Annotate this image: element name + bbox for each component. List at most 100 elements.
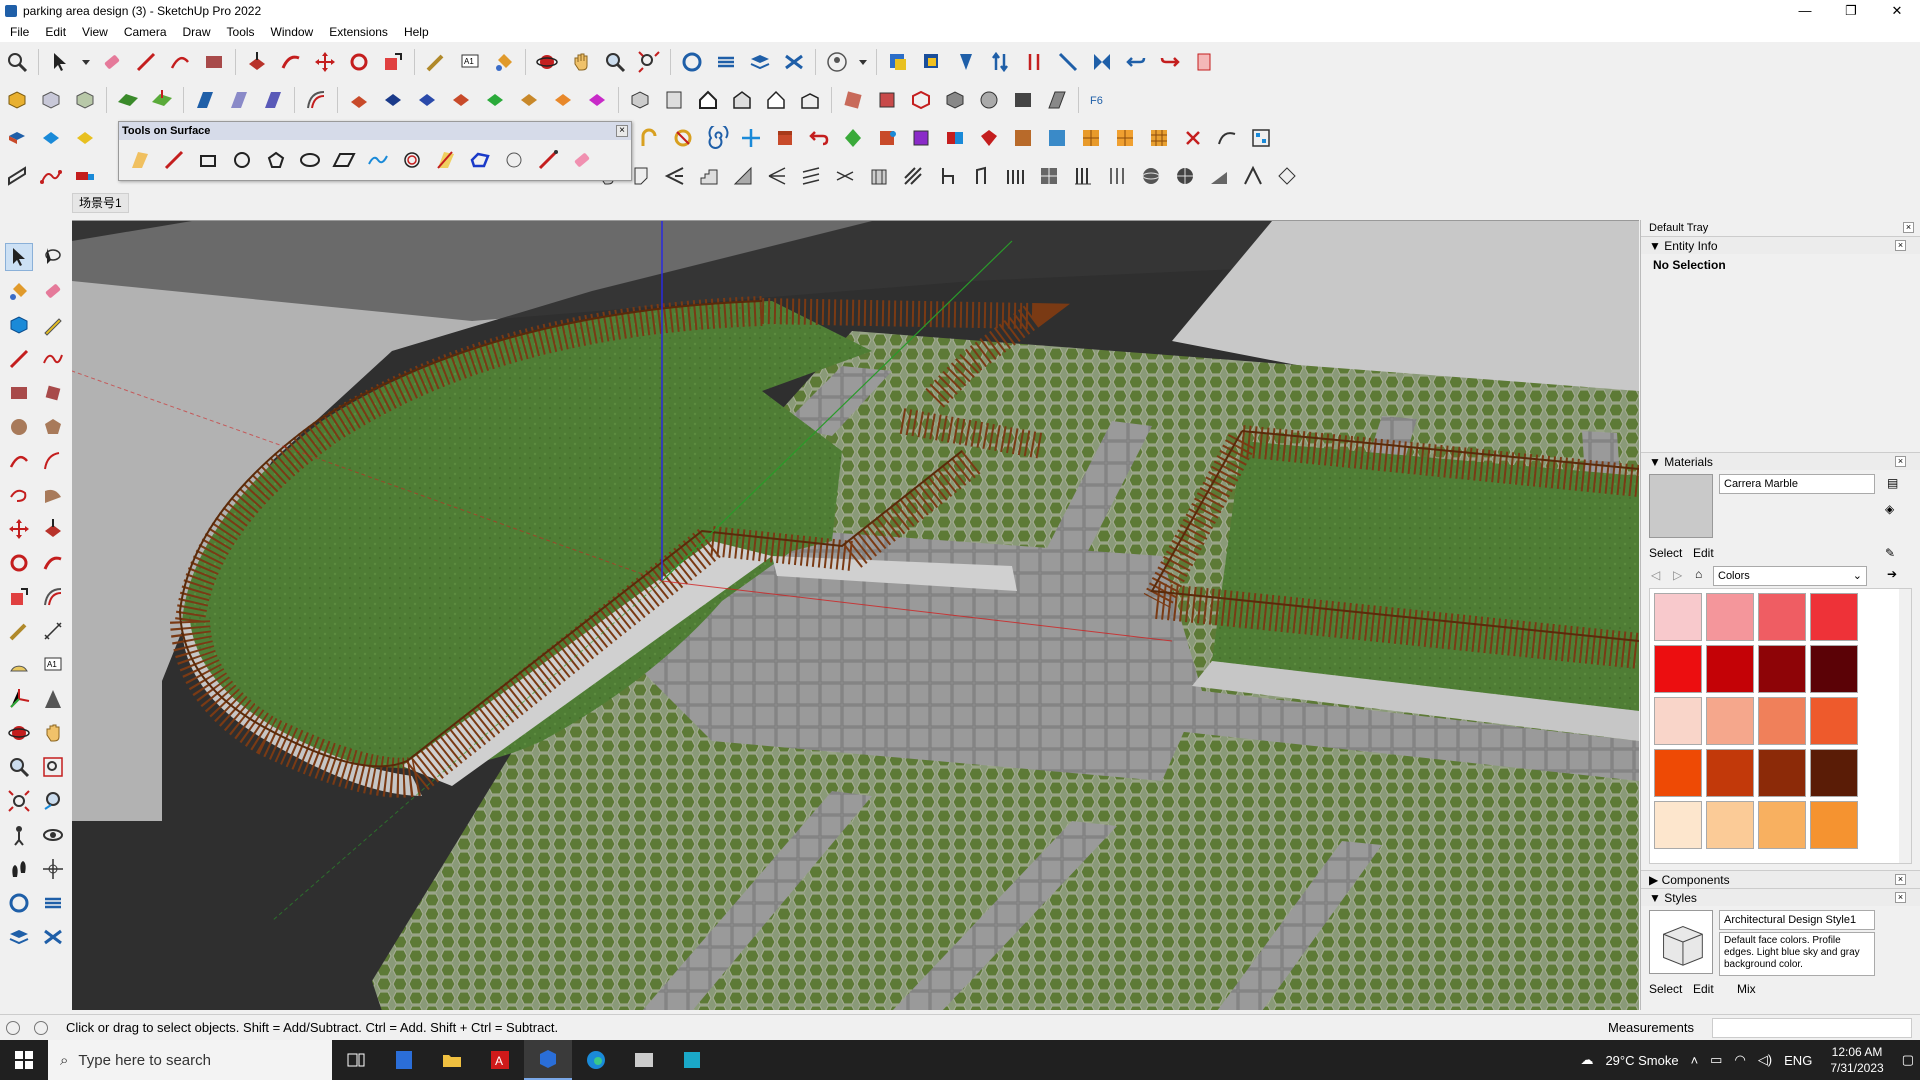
color-swatch[interactable] xyxy=(1706,593,1754,641)
ramp-icon[interactable] xyxy=(1205,162,1233,190)
pattern-icon[interactable] xyxy=(1035,162,1063,190)
surface-polygon-icon[interactable] xyxy=(261,146,291,174)
close-icon[interactable]: × xyxy=(1895,874,1906,885)
pan-hand-icon[interactable] xyxy=(39,719,67,747)
sketchup-taskbar-icon[interactable] xyxy=(524,1040,572,1080)
offset-icon[interactable] xyxy=(39,583,67,611)
text-icon[interactable]: A1 xyxy=(456,48,484,76)
building-icon[interactable] xyxy=(865,162,893,190)
arc-2pt-icon[interactable] xyxy=(39,447,67,475)
sort-reverse-icon[interactable] xyxy=(1020,48,1048,76)
monochrome-icon[interactable] xyxy=(1043,86,1071,114)
acrobat-icon[interactable]: A xyxy=(476,1040,524,1080)
rotated-rectangle-icon[interactable] xyxy=(39,379,67,407)
lines-fan-icon[interactable] xyxy=(763,162,791,190)
3d-viewport[interactable] xyxy=(72,220,1639,1010)
scale-icon[interactable] xyxy=(5,583,33,611)
surface-erase-icon[interactable] xyxy=(499,146,529,174)
gem-icon[interactable] xyxy=(975,124,1003,152)
sphere-icon[interactable] xyxy=(1137,162,1165,190)
geo-location-icon[interactable] xyxy=(6,1020,20,1035)
info-icon[interactable] xyxy=(34,1020,48,1035)
eraser-icon[interactable] xyxy=(98,48,126,76)
3d-text-icon[interactable] xyxy=(39,685,67,713)
material-create-icon[interactable]: ▤ xyxy=(1887,476,1898,490)
close-icon[interactable]: × xyxy=(1895,456,1906,467)
menu-camera[interactable]: Camera xyxy=(116,22,175,42)
joint-push-pull-2-icon[interactable] xyxy=(413,86,441,114)
color-swatch[interactable] xyxy=(1758,801,1806,849)
zoom-extents-icon[interactable] xyxy=(635,48,663,76)
view-left-icon[interactable] xyxy=(796,86,824,114)
group-icon[interactable] xyxy=(37,86,65,114)
view-right-icon[interactable] xyxy=(728,86,756,114)
fredo6-icon[interactable]: F6 xyxy=(1086,86,1114,114)
surface-contour-icon[interactable] xyxy=(465,146,495,174)
menu-help[interactable]: Help xyxy=(396,22,437,42)
section-cut-icon[interactable] xyxy=(39,889,67,917)
minimize-button[interactable]: — xyxy=(1782,0,1828,22)
view-back-icon[interactable] xyxy=(762,86,790,114)
rectangle-shape-icon[interactable] xyxy=(200,48,228,76)
redo-icon[interactable] xyxy=(1156,48,1184,76)
color-swatch[interactable] xyxy=(1654,593,1702,641)
surface-offset-icon[interactable] xyxy=(397,146,427,174)
line-icon[interactable] xyxy=(5,345,33,373)
shaded-icon[interactable] xyxy=(975,86,1003,114)
solid-subtract-icon[interactable] xyxy=(225,86,253,114)
select-arrow-icon[interactable] xyxy=(5,243,33,271)
weather-icon[interactable]: ☁ xyxy=(1580,1052,1593,1068)
polygon-icon[interactable] xyxy=(39,413,67,441)
wireframe-icon[interactable] xyxy=(907,86,935,114)
tree-green-icon[interactable] xyxy=(839,124,867,152)
menu-edit[interactable]: Edit xyxy=(37,22,74,42)
3d-warehouse-icon[interactable] xyxy=(918,48,946,76)
surface-ellipse-icon[interactable] xyxy=(295,146,325,174)
push-pull-icon[interactable] xyxy=(243,48,271,76)
chevron-down-icon[interactable] xyxy=(80,48,92,76)
styles-tab-select[interactable]: Select xyxy=(1649,982,1682,996)
rotate-icon[interactable] xyxy=(5,549,33,577)
home-icon[interactable]: ⌂ xyxy=(1695,567,1702,581)
layout-app-icon[interactable] xyxy=(668,1040,716,1080)
surface-rect-icon[interactable] xyxy=(193,146,223,174)
scene-tab[interactable]: 场景号1 xyxy=(72,193,129,213)
slope-icon[interactable] xyxy=(729,162,757,190)
stamp-icon[interactable] xyxy=(148,86,176,114)
zoom-icon[interactable] xyxy=(5,753,33,781)
surface-circle-icon[interactable] xyxy=(227,146,257,174)
zoom-icon[interactable] xyxy=(601,48,629,76)
grid-orange-2-icon[interactable] xyxy=(1111,124,1139,152)
scale-icon[interactable] xyxy=(379,48,407,76)
explode-icon[interactable] xyxy=(1179,124,1207,152)
notifications-icon[interactable]: ▢ xyxy=(1902,1052,1914,1068)
zoom-window-icon[interactable] xyxy=(39,753,67,781)
section-plane-icon[interactable] xyxy=(39,855,67,883)
menu-draw[interactable]: Draw xyxy=(175,22,219,42)
solid-union-icon[interactable] xyxy=(191,86,219,114)
extension-warehouse-icon[interactable] xyxy=(884,48,912,76)
layers-icon[interactable] xyxy=(5,923,33,951)
sort-up-down-icon[interactable] xyxy=(986,48,1014,76)
arc-icon[interactable] xyxy=(166,48,194,76)
tools-on-surface-panel[interactable]: Tools on Surface × xyxy=(118,121,632,181)
section-cut-icon[interactable] xyxy=(712,48,740,76)
eraser-icon[interactable] xyxy=(39,277,67,305)
orbit-icon[interactable] xyxy=(5,719,33,747)
spiral-icon[interactable] xyxy=(703,124,731,152)
menu-file[interactable]: File xyxy=(2,22,37,42)
swatch-scrollbar[interactable] xyxy=(1899,589,1911,863)
dimension-icon[interactable] xyxy=(39,617,67,645)
cube-blue-icon[interactable] xyxy=(3,124,31,152)
details-arrow-icon[interactable]: ➔ xyxy=(1887,567,1897,581)
joint-push-pull-f-icon[interactable] xyxy=(583,86,611,114)
paint-bucket-icon[interactable] xyxy=(490,48,518,76)
measurements-input[interactable] xyxy=(1712,1018,1912,1038)
chevron-up-icon[interactable]: ˄ xyxy=(1691,1053,1699,1068)
make-component-icon[interactable] xyxy=(3,86,31,114)
move-icon[interactable] xyxy=(5,515,33,543)
stairs-icon[interactable] xyxy=(695,162,723,190)
tape-measure-icon[interactable] xyxy=(5,617,33,645)
undo-icon[interactable] xyxy=(1122,48,1150,76)
color-swatch[interactable] xyxy=(1706,697,1754,745)
